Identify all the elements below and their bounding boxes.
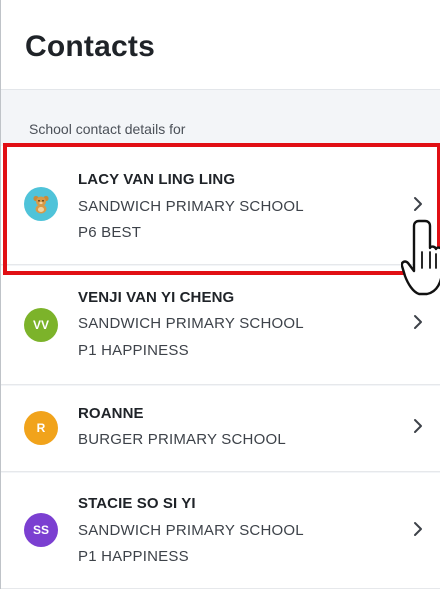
contact-row-venji[interactable]: VV VENJI VAN YI CHENG SANDWICH PRIMARY S… bbox=[1, 266, 440, 385]
contact-class: P1 HAPPINESS bbox=[78, 342, 189, 359]
contact-name: ROANNE bbox=[78, 405, 144, 422]
avatar: SS bbox=[24, 513, 58, 547]
chevron-right-icon bbox=[414, 197, 422, 211]
header: Contacts bbox=[1, 0, 440, 90]
contact-name: STACIE SO SI YI bbox=[78, 495, 196, 512]
contact-class: P1 HAPPINESS bbox=[78, 548, 189, 565]
chevron-right-icon bbox=[414, 522, 422, 536]
contact-name: VENJI VAN YI CHENG bbox=[78, 289, 235, 306]
contact-school: SANDWICH PRIMARY SCHOOL bbox=[78, 198, 304, 215]
contact-row-stacie[interactable]: SS STACIE SO SI YI SANDWICH PRIMARY SCHO… bbox=[1, 473, 440, 589]
chevron-right-icon bbox=[414, 315, 422, 329]
avatar: R bbox=[24, 411, 58, 445]
contacts-screen: Contacts School contact details for LACY… bbox=[0, 0, 440, 589]
section-label: School contact details for bbox=[29, 121, 186, 137]
contact-school: SANDWICH PRIMARY SCHOOL bbox=[78, 522, 304, 539]
page-title: Contacts bbox=[25, 30, 155, 63]
chevron-right-icon bbox=[414, 419, 422, 433]
contact-school: BURGER PRIMARY SCHOOL bbox=[78, 431, 286, 448]
contact-row-roanne[interactable]: R ROANNE BURGER PRIMARY SCHOOL bbox=[1, 386, 440, 472]
contact-school: SANDWICH PRIMARY SCHOOL bbox=[78, 315, 304, 332]
contact-row-lacy[interactable]: LACY VAN LING LING SANDWICH PRIMARY SCHO… bbox=[1, 146, 440, 265]
avatar: VV bbox=[24, 308, 58, 342]
contact-class: P6 BEST bbox=[78, 224, 142, 241]
teddy-bear-icon bbox=[33, 195, 49, 214]
avatar bbox=[24, 187, 58, 221]
contact-name: LACY VAN LING LING bbox=[78, 171, 236, 188]
